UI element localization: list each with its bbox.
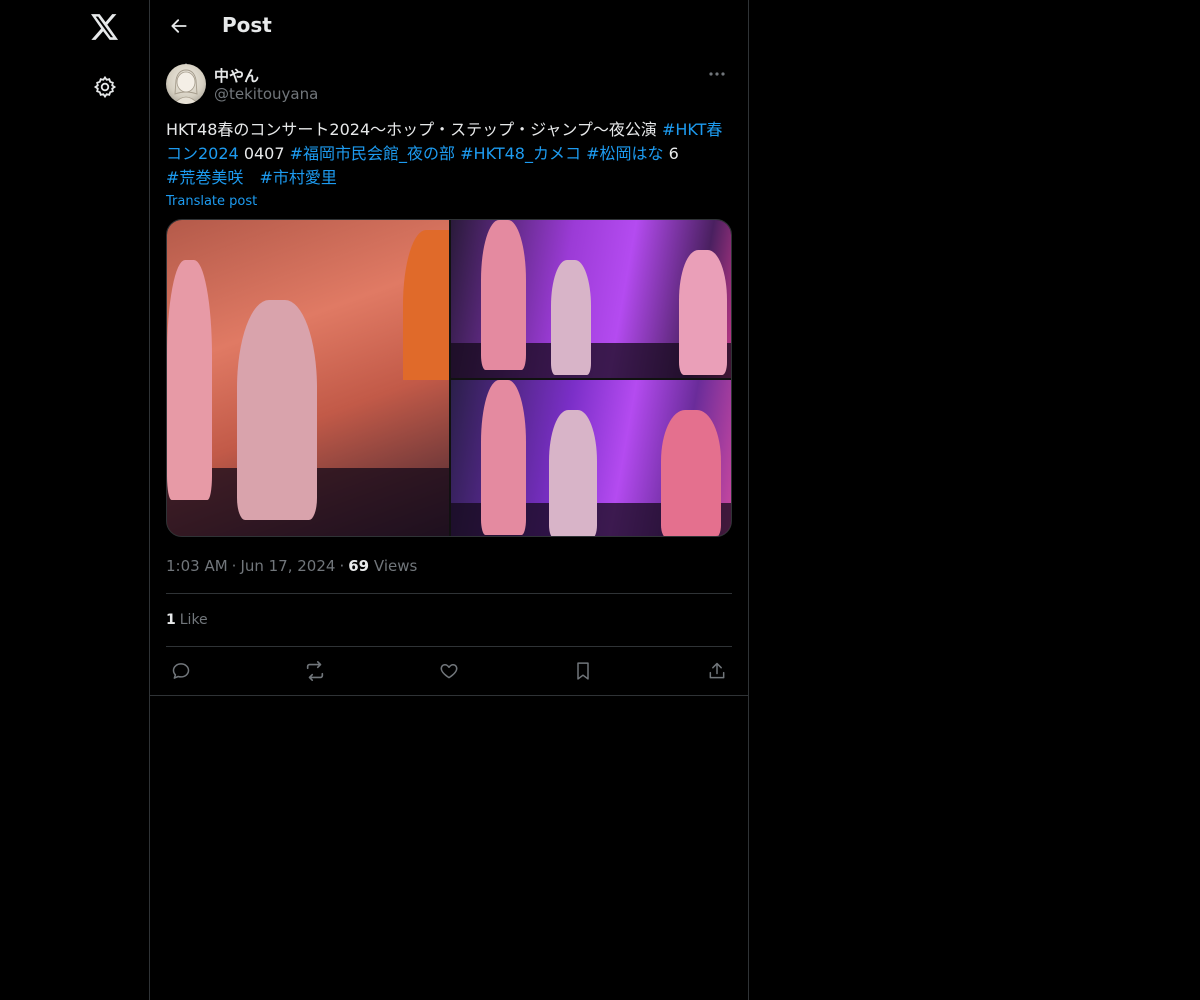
post-text-segment: 6 <box>663 144 679 163</box>
post-text: HKT48春のコンサート2024〜ホップ・ステップ・ジャンプ〜夜公演 #HKT春… <box>166 118 734 190</box>
views-label: Views <box>373 557 418 575</box>
repost-icon[interactable] <box>304 660 326 682</box>
performer-figure <box>481 380 526 535</box>
hashtag-link[interactable]: #市村愛里 <box>259 168 336 187</box>
more-options-icon[interactable] <box>702 64 732 84</box>
post-time[interactable]: 1:03 AM <box>166 557 228 575</box>
likes-count: 1 <box>166 612 176 628</box>
meta-separator: · <box>231 557 237 575</box>
media-grid <box>166 219 732 537</box>
post-text-segment <box>243 168 259 187</box>
post-text-segment: HKT48春のコンサート2024〜ホップ・ステップ・ジャンプ〜夜公演 <box>166 120 662 139</box>
bookmark-icon[interactable] <box>572 660 594 682</box>
author-handle[interactable]: @tekitouyana <box>214 85 318 103</box>
post-author: 中やん @tekitouyana <box>166 64 732 120</box>
post-photo[interactable] <box>451 220 731 378</box>
fire-screen <box>403 230 449 380</box>
avatar[interactable] <box>166 64 206 104</box>
post-actions <box>166 647 732 695</box>
likes-summary[interactable]: 1 Like <box>166 594 732 646</box>
likes-label: Like <box>179 612 208 628</box>
post-text-segment: 0407 <box>238 144 290 163</box>
translate-post-link[interactable]: Translate post <box>166 194 257 209</box>
performer-figure <box>661 410 721 536</box>
post-photo[interactable] <box>451 380 731 536</box>
app: Post 中やん @tekitouyana HKT48春のコンサート2024〜ホ… <box>0 0 1200 1000</box>
post-bottom-border <box>150 695 748 696</box>
like-heart-icon[interactable] <box>438 660 460 682</box>
performer-figure <box>549 410 597 536</box>
hashtag-link[interactable]: #荒巻美咲 <box>166 168 243 187</box>
post: 中やん @tekitouyana HKT48春のコンサート2024〜ホップ・ステ… <box>150 63 748 696</box>
performer-figure <box>481 220 526 370</box>
hashtag-link[interactable]: #福岡市民会館_夜の部 <box>290 144 455 163</box>
gear-icon[interactable] <box>82 64 128 110</box>
back-arrow-icon[interactable] <box>162 9 196 43</box>
hashtag-link[interactable]: #松岡はな <box>586 144 663 163</box>
author-name[interactable]: 中やん <box>214 65 259 86</box>
views-count: 69 <box>348 557 370 575</box>
share-icon[interactable] <box>706 660 728 682</box>
page-header: Post <box>150 0 748 53</box>
post-metadata: 1:03 AM · Jun 17, 2024 · 69 Views <box>166 557 732 577</box>
meta-separator: · <box>339 557 345 575</box>
performer-figure <box>679 250 727 375</box>
main-column: Post 中やん @tekitouyana HKT48春のコンサート2024〜ホ… <box>149 0 749 1000</box>
performer-figure <box>237 300 317 520</box>
reply-icon[interactable] <box>170 660 192 682</box>
x-logo-icon[interactable] <box>82 4 128 50</box>
hashtag-link[interactable]: #HKT48_カメコ <box>460 144 581 163</box>
left-nav <box>0 0 150 1000</box>
post-date[interactable]: Jun 17, 2024 <box>240 557 335 575</box>
performer-figure <box>551 260 591 375</box>
post-photo[interactable] <box>167 220 449 536</box>
performer-figure <box>167 260 212 500</box>
page-title: Post <box>222 13 272 37</box>
